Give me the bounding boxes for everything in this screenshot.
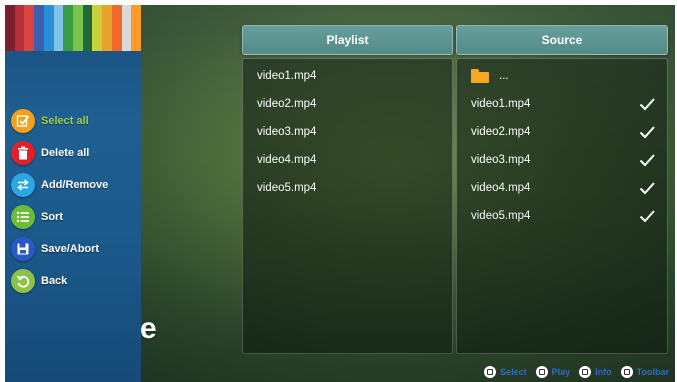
hint-info: Info	[578, 365, 612, 379]
file-name: video4.mp4	[257, 154, 317, 166]
info-key-icon	[578, 365, 593, 379]
checkmark-icon	[639, 126, 655, 139]
pencil-stripe	[43, 5, 54, 51]
pencil-stripe	[131, 5, 141, 51]
menu-item-delete-all[interactable]: Delete all	[11, 137, 108, 169]
side-menu: Select all Delete all Add/Remove Sort Sa…	[5, 5, 141, 382]
swap-arrows-icon	[11, 173, 35, 197]
toolbar-key-icon	[619, 365, 634, 379]
media-player-screen: Select all Delete all Add/Remove Sort Sa…	[5, 5, 675, 382]
menu-item-save-abort[interactable]: Save/Abort	[11, 233, 108, 265]
pencil-stripe	[53, 5, 64, 51]
menu-label: Save/Abort	[41, 243, 100, 255]
select-key-icon	[483, 365, 498, 379]
file-name: video1.mp4	[257, 70, 317, 82]
menu-label: Back	[41, 275, 68, 287]
pencil-stripe	[111, 5, 122, 51]
hint-label: Info	[595, 367, 612, 377]
pencil-stripe	[82, 5, 93, 51]
list-icon	[11, 205, 35, 229]
footer-key-hints: Select Play Info Toolbar	[475, 365, 669, 379]
check-icon	[11, 109, 35, 133]
menu-label: Select all	[41, 115, 89, 127]
play-key-icon	[534, 365, 549, 379]
pencil-stripe	[102, 5, 112, 51]
source-item[interactable]: video5.mp4	[457, 202, 667, 230]
pencil-stripe	[14, 5, 25, 51]
playlist-item[interactable]: video1.mp4	[243, 62, 452, 90]
checkmark-icon	[639, 154, 655, 167]
file-name: video2.mp4	[257, 98, 317, 110]
source-item[interactable]: video2.mp4	[457, 118, 667, 146]
playlist-panel: video1.mp4 video2.mp4 video3.mp4 video4.…	[242, 58, 453, 354]
pencil-stripe	[34, 5, 44, 51]
hint-play: Play	[534, 365, 571, 379]
pencil-banner-image	[5, 5, 141, 51]
pencil-stripe	[5, 5, 15, 51]
source-item[interactable]: video4.mp4	[457, 174, 667, 202]
checkmark-icon	[639, 98, 655, 111]
pencil-stripe	[24, 5, 35, 51]
hint-select: Select	[483, 365, 527, 379]
source-panel: ... video1.mp4 video2.mp4 video3.mp4 vid…	[456, 58, 668, 354]
file-name: video5.mp4	[471, 210, 531, 222]
hint-label: Play	[551, 367, 571, 377]
source-item[interactable]: video3.mp4	[457, 146, 667, 174]
source-item[interactable]: video1.mp4	[457, 90, 667, 118]
pencil-stripe	[92, 5, 103, 51]
file-name: video4.mp4	[471, 182, 531, 194]
playlist-item[interactable]: video2.mp4	[243, 90, 452, 118]
menu-item-select-all[interactable]: Select all	[11, 105, 108, 137]
menu-item-sort[interactable]: Sort	[11, 201, 108, 233]
menu-item-back[interactable]: Back	[11, 265, 108, 297]
hint-label: Select	[500, 367, 527, 377]
menu-item-add-remove[interactable]: Add/Remove	[11, 169, 108, 201]
menu-label: Sort	[41, 211, 63, 223]
folder-icon	[471, 69, 489, 83]
trash-icon	[11, 141, 35, 165]
checkmark-icon	[639, 182, 655, 195]
folder-label: ...	[499, 70, 509, 82]
side-menu-list: Select all Delete all Add/Remove Sort Sa…	[11, 105, 108, 297]
playlist-item[interactable]: video3.mp4	[243, 118, 452, 146]
hint-label: Toolbar	[636, 367, 669, 377]
menu-label: Delete all	[41, 147, 90, 159]
hint-toolbar: Toolbar	[619, 365, 669, 379]
source-header[interactable]: Source	[456, 25, 668, 55]
file-name: video1.mp4	[471, 98, 531, 110]
playlist-header[interactable]: Playlist	[242, 25, 453, 55]
file-name: video3.mp4	[471, 154, 531, 166]
file-name: video5.mp4	[257, 182, 317, 194]
checkmark-icon	[639, 210, 655, 223]
pencil-stripe	[73, 5, 83, 51]
save-icon	[11, 237, 35, 261]
playlist-item[interactable]: video4.mp4	[243, 146, 452, 174]
pencil-stripe	[63, 5, 74, 51]
source-folder-up[interactable]: ...	[457, 62, 667, 90]
file-name: video3.mp4	[257, 126, 317, 138]
pencil-stripe	[121, 5, 132, 51]
back-arrow-icon	[11, 269, 35, 293]
playlist-item[interactable]: video5.mp4	[243, 174, 452, 202]
menu-label: Add/Remove	[41, 179, 109, 191]
file-name: video2.mp4	[471, 126, 531, 138]
